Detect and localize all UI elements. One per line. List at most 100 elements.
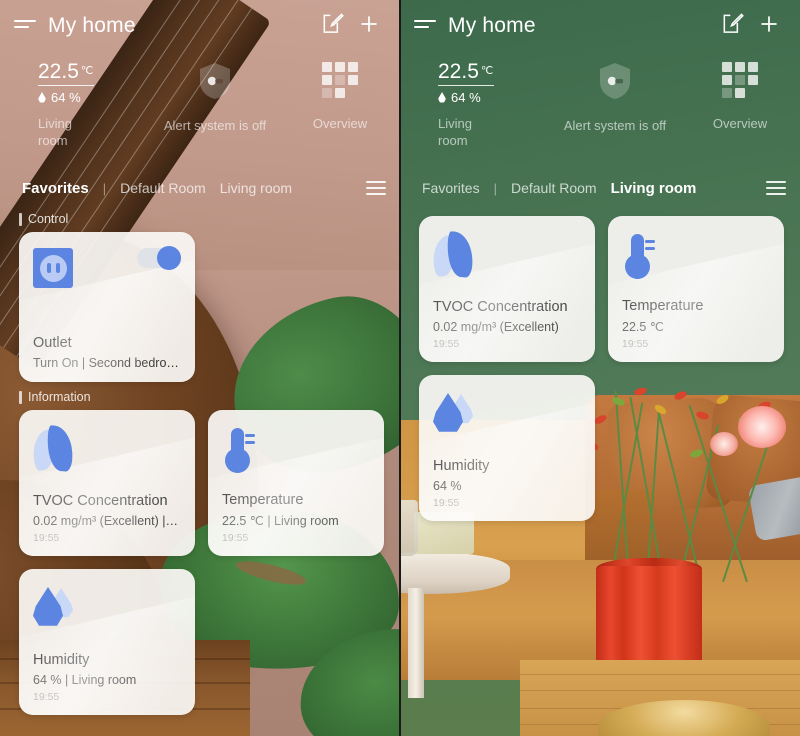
water-drop-icon — [33, 585, 75, 631]
card-icon-slot — [30, 425, 181, 478]
card-title: TVOC Concentration — [33, 493, 168, 509]
card-subtitle: 22.5 ℃ — [622, 320, 664, 334]
overview-button[interactable]: Overview — [280, 60, 400, 131]
tab-living-room[interactable]: Living room — [220, 180, 292, 196]
summary-humidity-value: 64 % — [451, 90, 481, 105]
summary-temperature-unit: ℃ — [480, 65, 494, 77]
temperature-summary[interactable]: 22.5 ℃ 64 % Living room — [0, 60, 150, 149]
section-accent-bar — [19, 212, 22, 226]
card-title: TVOC Concentration — [433, 299, 568, 315]
plus-icon[interactable] — [356, 11, 386, 41]
card-subtitle: 64 % — [433, 479, 462, 493]
card-humidity[interactable]: Humidity 64 % 19:55 — [419, 375, 595, 521]
section-header-information: Information — [0, 382, 400, 410]
card-icon-slot — [222, 426, 370, 478]
card-title: Humidity — [33, 652, 90, 668]
summary-humidity-value: 64 % — [51, 90, 81, 105]
tab-default-room[interactable]: Default Room — [120, 180, 206, 196]
card-timestamp: 19:55 — [33, 691, 60, 703]
thermometer-icon — [222, 426, 260, 474]
summary-room-label: Living room — [438, 116, 472, 148]
summary-room-label: Living room — [38, 116, 72, 148]
summary-temperature-unit: ℃ — [80, 65, 94, 77]
card-humidity[interactable]: Humidity 64 % | Living room 19:55 — [19, 569, 195, 715]
tab-default-room[interactable]: Default Room — [511, 180, 597, 196]
card-temperature[interactable]: Temperature 22.5 ℃ | Living room 19:55 — [208, 410, 384, 556]
room-tabs: Favorites | Default Room Living room — [0, 166, 400, 204]
tab-favorites[interactable]: Favorites — [22, 180, 89, 197]
card-timestamp: 19:55 — [433, 338, 460, 350]
summary-temperature-value: 22.5 — [438, 60, 479, 83]
tab-separator: | — [493, 180, 497, 196]
overview-button[interactable]: Overview — [680, 60, 800, 131]
card-tvoc-concentration[interactable]: TVOC Concentration 0.02 mg/m³ (Excellent… — [19, 410, 195, 556]
dual-screenshot-stage: My home 22.5 ℃ 64 % Living room Alert sy… — [0, 0, 800, 736]
card-title: Temperature — [622, 298, 704, 314]
card-title: Humidity — [433, 458, 490, 474]
toggle-knob — [157, 246, 181, 270]
card-tvoc-concentration[interactable]: TVOC Concentration 0.02 mg/m³ (Excellent… — [419, 216, 595, 362]
room-tabs: Favorites | Default Room Living room — [400, 166, 800, 204]
water-drop-icon — [433, 391, 475, 437]
information-card-list: TVOC Concentration 0.02 mg/m³ (Excellent… — [0, 410, 400, 715]
card-icon-slot — [430, 231, 581, 284]
outlet-icon — [33, 248, 73, 288]
home-summary: 22.5 ℃ 64 % Living room Alert system is … — [400, 46, 800, 166]
card-subtitle: 0.02 mg/m³ (Excellent) |… — [33, 514, 178, 528]
summary-temperature-value: 22.5 — [38, 60, 79, 83]
card-subtitle: 22.5 ℃ | Living room — [222, 514, 339, 528]
card-timestamp: 19:55 — [33, 532, 60, 544]
right-ui-overlay: My home 22.5 ℃ 64 % Living room Alert sy… — [400, 0, 800, 736]
section-accent-bar — [19, 390, 22, 404]
living-room-card-list: TVOC Concentration 0.02 mg/m³ (Excellent… — [400, 216, 800, 521]
leaf-icon — [30, 425, 77, 472]
thermometer-icon — [622, 232, 660, 280]
edit-square-icon[interactable] — [320, 11, 350, 41]
alert-system-button[interactable]: Alert system is off — [550, 60, 680, 133]
water-drop-icon — [438, 92, 446, 103]
card-title: Outlet — [33, 335, 72, 351]
alert-system-label: Alert system is off — [563, 118, 667, 133]
control-card-list: Outlet Turn On | Second bedro… — [0, 232, 400, 382]
water-drop-icon — [38, 92, 46, 103]
left-panel: My home 22.5 ℃ 64 % Living room Alert sy… — [0, 0, 400, 736]
left-ui-overlay: My home 22.5 ℃ 64 % Living room Alert sy… — [0, 0, 400, 736]
hamburger-icon[interactable] — [14, 18, 36, 34]
alert-system-button[interactable]: Alert system is off — [150, 60, 280, 133]
hamburger-icon[interactable] — [414, 18, 436, 34]
card-subtitle: 64 % | Living room — [33, 673, 137, 687]
temperature-underline — [438, 85, 494, 86]
card-timestamp: 19:55 — [433, 497, 460, 509]
tab-living-room[interactable]: Living room — [611, 180, 697, 197]
list-menu-icon[interactable] — [366, 181, 386, 195]
edit-square-icon[interactable] — [720, 11, 750, 41]
grid-icon — [322, 62, 358, 98]
card-subtitle: Turn On | Second bedro… — [33, 356, 179, 370]
page-title: My home — [48, 14, 136, 37]
summary-humidity: 64 % — [38, 90, 150, 105]
card-icon-slot — [622, 232, 770, 284]
summary-humidity: 64 % — [438, 90, 550, 105]
plus-icon[interactable] — [756, 11, 786, 41]
tab-favorites[interactable]: Favorites — [422, 180, 480, 196]
alert-system-label: Alert system is off — [163, 118, 267, 133]
grid-icon — [722, 62, 758, 98]
card-outlet[interactable]: Outlet Turn On | Second bedro… — [19, 232, 195, 382]
top-bar: My home — [400, 0, 800, 46]
tab-separator: | — [102, 180, 107, 196]
outlet-header-row — [33, 246, 181, 288]
temperature-underline — [38, 85, 94, 86]
overview-label: Overview — [712, 116, 768, 131]
card-timestamp: 19:55 — [622, 338, 649, 350]
shield-icon — [198, 62, 232, 100]
card-temperature[interactable]: Temperature 22.5 ℃ 19:55 — [608, 216, 784, 362]
leaf-icon — [430, 231, 477, 278]
outlet-toggle[interactable] — [137, 246, 181, 270]
shield-icon — [598, 62, 632, 100]
overview-label: Overview — [312, 116, 368, 131]
page-title: My home — [448, 14, 536, 37]
card-icon-slot — [33, 585, 181, 637]
list-menu-icon[interactable] — [766, 181, 786, 195]
card-title: Temperature — [222, 492, 304, 508]
temperature-summary[interactable]: 22.5 ℃ 64 % Living room — [400, 60, 550, 149]
